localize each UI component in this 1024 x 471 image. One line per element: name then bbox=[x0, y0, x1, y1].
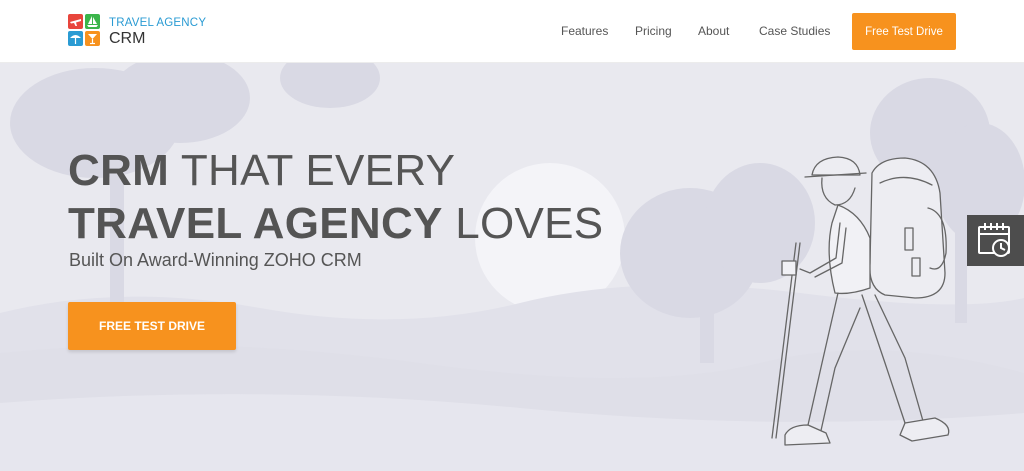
nav-features[interactable]: Features bbox=[561, 24, 608, 38]
logo-icon-grid bbox=[68, 14, 108, 50]
nav-about[interactable]: About bbox=[698, 24, 729, 38]
headline-line-1: CRM THAT EVERY bbox=[68, 144, 603, 197]
headline-line-2-rest: LOVES bbox=[442, 199, 604, 248]
hero-subline: Built On Award-Winning ZOHO CRM bbox=[69, 250, 362, 270]
cocktail-icon bbox=[85, 31, 100, 46]
headline-line-1-rest: THAT EVERY bbox=[169, 146, 456, 195]
plane-icon bbox=[68, 14, 83, 29]
free-test-drive-nav-button[interactable]: Free Test Drive bbox=[852, 13, 956, 50]
headline-line-2-bold: TRAVEL AGENCY bbox=[68, 199, 443, 248]
sailboat-icon bbox=[85, 14, 100, 29]
hero-section: CRM THAT EVERY TRAVEL AGENCY LOVES Built… bbox=[0, 63, 1024, 471]
brand-name-line2: CRM bbox=[109, 30, 146, 47]
calendar-clock-icon bbox=[978, 223, 1010, 257]
schedule-widget-button[interactable] bbox=[967, 215, 1024, 266]
hero-headline: CRM THAT EVERY TRAVEL AGENCY LOVES bbox=[68, 144, 603, 250]
brand-name-line1: TRAVEL AGENCY bbox=[109, 17, 207, 29]
headline-line-1-bold: CRM bbox=[68, 146, 170, 195]
site-header: TRAVEL AGENCY CRM Features Pricing About… bbox=[0, 0, 1024, 63]
nav-pricing[interactable]: Pricing bbox=[635, 24, 672, 38]
brand-logo[interactable]: TRAVEL AGENCY CRM bbox=[68, 14, 228, 50]
umbrella-icon bbox=[68, 31, 83, 46]
nav-case-studies[interactable]: Case Studies bbox=[759, 24, 830, 38]
headline-line-2: TRAVEL AGENCY LOVES bbox=[68, 197, 603, 250]
free-test-drive-hero-button[interactable]: FREE TEST DRIVE bbox=[68, 302, 236, 350]
